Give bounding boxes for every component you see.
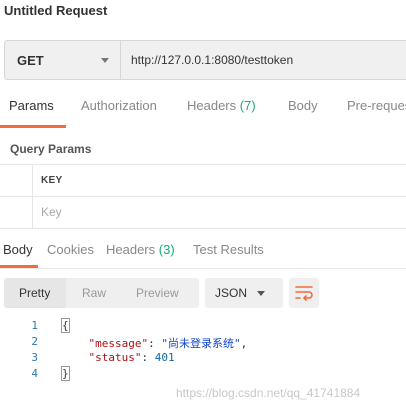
format-select[interactable]: JSON bbox=[205, 278, 283, 308]
request-title: Untitled Request bbox=[4, 3, 108, 18]
headers-count: (7) bbox=[239, 98, 256, 113]
code-line: 4 } bbox=[0, 366, 406, 382]
json-separator: : bbox=[148, 337, 162, 350]
line-number: 4 bbox=[31, 367, 38, 380]
row-checkbox[interactable] bbox=[0, 197, 33, 228]
raw-button[interactable]: Raw bbox=[82, 286, 106, 300]
line-number: 2 bbox=[31, 335, 38, 348]
key-column-header: KEY bbox=[41, 175, 63, 186]
json-comma: , bbox=[240, 337, 248, 350]
key-input[interactable]: Key bbox=[41, 205, 62, 219]
tab-headers[interactable]: Headers (7) bbox=[187, 98, 256, 113]
checkbox-column bbox=[0, 165, 33, 196]
tab-authorization[interactable]: Authorization bbox=[81, 98, 157, 113]
method-label: GET bbox=[17, 53, 44, 68]
response-body-editor[interactable]: 1 { 2 "message": "尚未登录系统", 3 "status": 4… bbox=[0, 318, 406, 382]
open-brace: { bbox=[61, 318, 70, 333]
url-input[interactable]: http://127.0.0.1:8080/testtoken bbox=[120, 40, 406, 80]
active-tab-indicator bbox=[0, 125, 66, 128]
tab-pre-request[interactable]: Pre-reques bbox=[347, 98, 406, 113]
tab-cookies[interactable]: Cookies bbox=[47, 242, 94, 257]
close-brace: } bbox=[61, 366, 70, 381]
wrap-lines-button[interactable] bbox=[289, 278, 319, 308]
code-line: 2 "message": "尚未登录系统", bbox=[0, 334, 406, 350]
table-row: Key bbox=[0, 196, 406, 229]
tab-params[interactable]: Params bbox=[9, 98, 54, 113]
query-params-title: Query Params bbox=[10, 142, 92, 156]
json-key: "message" bbox=[88, 337, 149, 350]
preview-button[interactable]: Preview bbox=[136, 286, 179, 300]
table-header-row: KEY bbox=[0, 164, 406, 196]
query-params-table: KEY Key bbox=[0, 164, 406, 229]
request-tabs: Params Authorization Headers (7) Body Pr… bbox=[0, 98, 406, 130]
view-mode-group: Pretty Raw Preview bbox=[4, 278, 199, 308]
format-label: JSON bbox=[215, 286, 248, 300]
active-response-tab-indicator bbox=[0, 265, 38, 268]
response-headers-count: (3) bbox=[158, 242, 175, 257]
request-bar: GET http://127.0.0.1:8080/testtoken bbox=[4, 40, 406, 80]
code-line: 3 "status": 401 bbox=[0, 350, 406, 366]
line-number: 1 bbox=[31, 319, 38, 332]
json-number-value: 401 bbox=[154, 351, 175, 364]
chevron-down-icon bbox=[257, 291, 265, 296]
json-separator: : bbox=[141, 351, 155, 364]
url-value: http://127.0.0.1:8080/testtoken bbox=[131, 53, 294, 67]
pretty-button[interactable]: Pretty bbox=[19, 286, 50, 300]
tab-test-results[interactable]: Test Results bbox=[193, 242, 264, 257]
tab-body[interactable]: Body bbox=[288, 98, 318, 113]
watermark: https://blog.csdn.net/qq_41741884 bbox=[176, 386, 361, 400]
tab-response-body[interactable]: Body bbox=[3, 242, 33, 257]
response-tabs: Body Cookies Headers (3) Test Results bbox=[0, 242, 406, 269]
code-line: 1 { bbox=[0, 318, 406, 334]
json-string-value: "尚未登录系统" bbox=[161, 337, 241, 350]
json-key: "status" bbox=[88, 351, 142, 364]
wrap-lines-icon bbox=[295, 286, 313, 301]
line-number: 3 bbox=[31, 351, 38, 364]
method-select[interactable]: GET bbox=[4, 40, 120, 80]
chevron-down-icon bbox=[101, 58, 109, 63]
tab-response-headers[interactable]: Headers (3) bbox=[106, 242, 175, 257]
